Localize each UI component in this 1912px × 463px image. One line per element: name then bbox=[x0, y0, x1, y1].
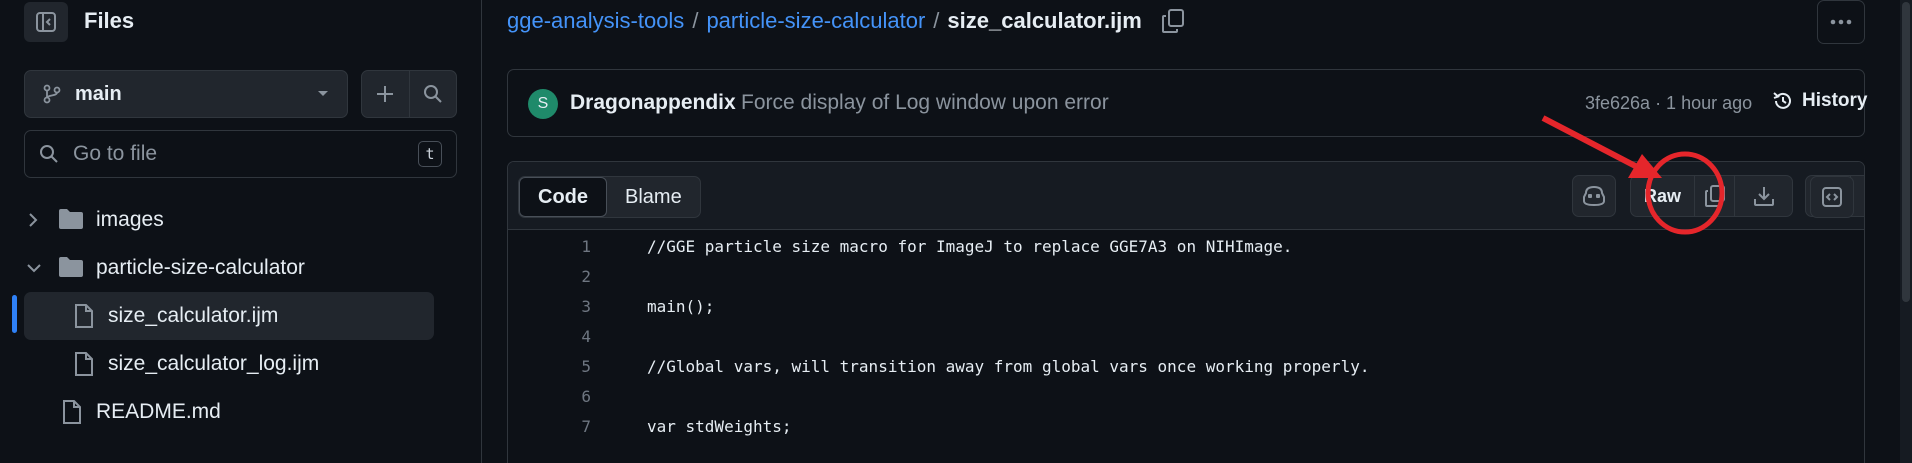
breadcrumb: gge-analysis-tools / particle-size-calcu… bbox=[507, 8, 1184, 34]
selected-item-indicator bbox=[12, 295, 17, 333]
chevron-right-icon bbox=[29, 213, 38, 227]
git-branch-icon bbox=[43, 84, 61, 104]
history-icon bbox=[1773, 92, 1791, 109]
folder-open-icon bbox=[59, 257, 83, 277]
branch-selector-button[interactable]: main bbox=[24, 70, 348, 118]
code-text: //Global vars, will transition away from… bbox=[647, 357, 1370, 376]
sidebar-actions bbox=[361, 70, 457, 118]
file-view-main: gge-analysis-tools / particle-size-calcu… bbox=[483, 0, 1912, 463]
download-icon bbox=[1753, 187, 1774, 206]
code-text: //GGE particle size macro for ImageJ to … bbox=[647, 237, 1293, 256]
commit-author-link[interactable]: Dragonappendix bbox=[570, 91, 736, 115]
tree-item-label: images bbox=[96, 208, 164, 231]
breadcrumb-separator: / bbox=[933, 8, 940, 33]
branch-name: main bbox=[75, 82, 122, 105]
file-tree: images particle-size-calculator size_cal… bbox=[0, 196, 482, 436]
latest-commit-bar: S Dragonappendix Force display of Log wi… bbox=[507, 69, 1867, 137]
chevron-down-icon bbox=[27, 264, 41, 273]
triangle-down-icon bbox=[1864, 192, 1866, 200]
file-header-toolbar: Code Blame Raw bbox=[508, 162, 1864, 230]
breadcrumb-folder-link[interactable]: particle-size-calculator bbox=[706, 8, 925, 34]
line-number[interactable]: 7 bbox=[508, 417, 591, 436]
go-to-file-placeholder: Go to file bbox=[73, 142, 158, 165]
code-line: 7 var stdWeights; bbox=[508, 410, 1864, 440]
vertical-scrollbar[interactable] bbox=[1900, 0, 1912, 463]
tree-file-size-calculator-log-ijm[interactable]: size_calculator_log.ijm bbox=[0, 340, 482, 388]
plus-icon bbox=[377, 86, 394, 102]
raw-button[interactable]: Raw bbox=[1631, 176, 1694, 216]
tree-item-label: README.md bbox=[96, 400, 221, 423]
copy-icon bbox=[1161, 9, 1184, 33]
code-line: 5 //Global vars, will transition away fro… bbox=[508, 350, 1864, 380]
tab-blame[interactable]: Blame bbox=[607, 177, 700, 217]
view-mode-toggle: Code Blame bbox=[518, 176, 701, 218]
tree-folder-particle-size-calculator[interactable]: particle-size-calculator bbox=[0, 244, 482, 292]
breadcrumb-current-file: size_calculator.ijm bbox=[947, 8, 1142, 33]
copilot-button[interactable] bbox=[1572, 175, 1616, 217]
folder-icon bbox=[59, 209, 83, 229]
copy-raw-button[interactable] bbox=[1694, 176, 1734, 216]
history-label: History bbox=[1802, 90, 1868, 111]
copy-icon bbox=[1704, 185, 1725, 207]
search-code-button[interactable] bbox=[408, 71, 457, 117]
go-to-file-input[interactable]: Go to file t bbox=[24, 130, 457, 178]
tree-item-label: particle-size-calculator bbox=[96, 256, 305, 279]
file-icon bbox=[63, 400, 81, 424]
code-line: 1 //GGE particle size macro for ImageJ to… bbox=[508, 230, 1864, 260]
code-lines: 1 //GGE particle size macro for ImageJ to… bbox=[508, 230, 1864, 440]
file-tree-sidebar: Files main Go to file t images particle-… bbox=[0, 0, 482, 463]
add-file-button[interactable] bbox=[362, 71, 409, 117]
code-text: main(); bbox=[647, 297, 715, 316]
code-line: 2 bbox=[508, 260, 1864, 290]
code-line: 3 main(); bbox=[508, 290, 1864, 320]
triangle-down-icon bbox=[318, 91, 328, 96]
line-number[interactable]: 4 bbox=[508, 327, 591, 346]
scrollbar-thumb[interactable] bbox=[1902, 2, 1910, 302]
line-number[interactable]: 6 bbox=[508, 387, 591, 406]
file-icon bbox=[75, 304, 93, 328]
keyboard-shortcut-hint: t bbox=[418, 141, 442, 167]
avatar[interactable]: S bbox=[528, 89, 558, 119]
search-icon bbox=[40, 145, 58, 163]
tree-folder-images[interactable]: images bbox=[0, 196, 482, 244]
kebab-horizontal-icon bbox=[1830, 19, 1852, 25]
breadcrumb-repo-link[interactable]: gge-analysis-tools bbox=[507, 8, 684, 34]
sidebar-title: Files bbox=[84, 8, 135, 33]
symbols-panel-button[interactable] bbox=[1810, 176, 1854, 218]
copy-path-button[interactable] bbox=[1161, 9, 1184, 33]
tab-code[interactable]: Code bbox=[519, 177, 607, 217]
download-raw-button[interactable] bbox=[1734, 176, 1792, 216]
more-options-button[interactable] bbox=[1817, 0, 1865, 44]
sidebar-collapse-icon bbox=[36, 12, 56, 32]
copilot-icon bbox=[1583, 185, 1605, 207]
tree-item-label: size_calculator.ijm bbox=[108, 304, 279, 327]
line-number[interactable]: 1 bbox=[508, 237, 591, 256]
code-square-icon bbox=[1822, 187, 1842, 207]
commit-message-link[interactable]: Force display of Log window upon error bbox=[741, 91, 1109, 115]
tree-item-label: size_calculator_log.ijm bbox=[108, 352, 320, 375]
search-icon bbox=[423, 85, 442, 103]
code-text: var stdWeights; bbox=[647, 417, 792, 436]
line-number[interactable]: 3 bbox=[508, 297, 591, 316]
raw-copy-download-group: Raw bbox=[1630, 175, 1793, 217]
file-icon bbox=[75, 352, 93, 376]
code-line: 4 bbox=[508, 320, 1864, 350]
line-number[interactable]: 2 bbox=[508, 267, 591, 286]
line-number[interactable]: 5 bbox=[508, 357, 591, 376]
collapse-sidebar-button[interactable] bbox=[24, 2, 68, 42]
code-line: 6 bbox=[508, 380, 1864, 410]
tree-file-readme[interactable]: README.md bbox=[0, 388, 482, 436]
file-content-panel: Code Blame Raw 1 //GGE particle size mac… bbox=[507, 161, 1865, 463]
commit-sha-time[interactable]: 3fe626a · 1 hour ago bbox=[1585, 93, 1752, 114]
breadcrumb-separator: / bbox=[692, 8, 699, 33]
tree-file-size-calculator-ijm[interactable]: size_calculator.ijm bbox=[24, 292, 434, 340]
history-button[interactable]: History bbox=[1772, 90, 1867, 112]
